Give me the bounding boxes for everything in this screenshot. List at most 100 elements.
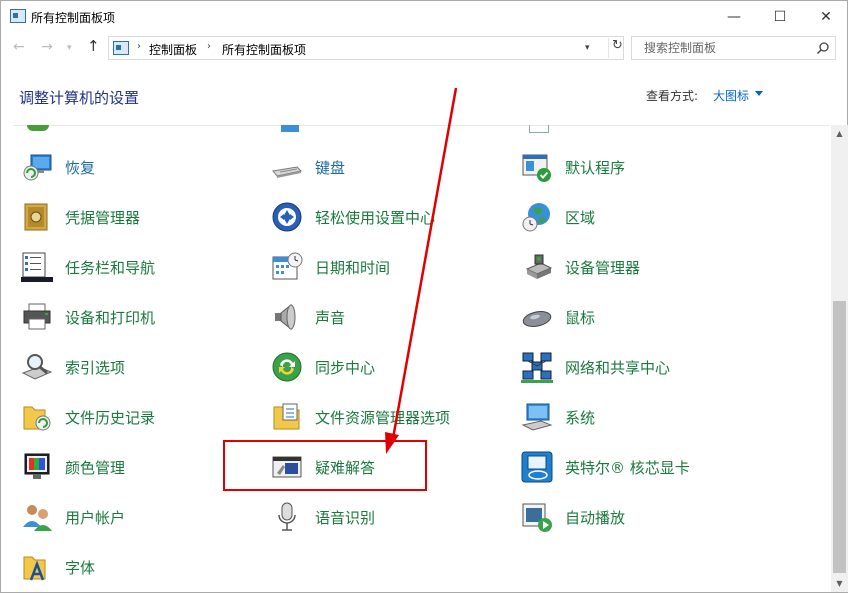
item-speech-recognition[interactable]: 语音识别 (271, 497, 375, 537)
item-label: 网络和共享中心 (565, 358, 671, 377)
region-icon (522, 203, 550, 232)
refresh-button[interactable]: ↻ (608, 38, 624, 58)
item-label: 文件资源管理器选项 (315, 408, 451, 427)
keyboard-icon (272, 166, 303, 178)
ease-of-access-icon (272, 202, 302, 232)
item-default-programs[interactable]: 默认程序 (521, 147, 625, 187)
breadcrumb-separator-icon[interactable]: › (137, 41, 141, 52)
search-input[interactable] (632, 37, 812, 59)
system-icon (521, 403, 553, 431)
fonts-icon (23, 556, 46, 581)
item-sound[interactable]: 声音 (271, 297, 345, 337)
address-bar[interactable]: › 控制面板 › 所有控制面板项 ▾ ↻ (108, 36, 624, 60)
item-intel-graphics[interactable]: 英特尔® 核芯显卡 (521, 447, 690, 487)
item-label: 颜色管理 (65, 458, 126, 477)
file-history-icon (23, 406, 51, 431)
item-autoplay[interactable]: 自动播放 (521, 497, 625, 537)
item-label: 恢复 (65, 158, 96, 177)
item-color-management[interactable]: 颜色管理 (21, 447, 125, 487)
partial-icon (281, 125, 299, 132)
item-fonts[interactable]: 字体 (21, 547, 95, 587)
item-user-accounts[interactable]: 用户帐户 (21, 497, 125, 537)
partial-icon (27, 125, 49, 131)
item-date-time[interactable]: 日期和时间 (271, 247, 390, 287)
close-button[interactable]: ✕ (803, 1, 848, 32)
item-network-sharing[interactable]: 网络和共享中心 (521, 347, 670, 387)
scroll-up-button[interactable]: ▲ (831, 125, 848, 142)
window-title: 所有控制面板项 (31, 11, 116, 25)
item-label: 系统 (565, 408, 596, 427)
up-button[interactable]: ↑ (87, 37, 100, 55)
item-label: 任务栏和导航 (65, 258, 156, 277)
taskbar-icon (21, 252, 53, 282)
item-credential-manager[interactable]: 凭据管理器 (21, 197, 140, 237)
content-area: 调整计算机的设置 查看方式: 大图标 恢复 键盘 默认程序 凭据管理器 轻松使用… (0, 65, 848, 593)
item-label: 文件历史记录 (65, 408, 156, 427)
control-panel-icon (113, 41, 129, 55)
breadcrumb-control-panel[interactable]: 控制面板 (149, 41, 197, 58)
item-ease-of-access[interactable]: 轻松使用设置中心 (271, 197, 435, 237)
item-label: 疑难解答 (315, 458, 376, 477)
control-panel-items: 恢复 键盘 默认程序 凭据管理器 轻松使用设置中心 区域 任务栏和导航 日期和时… (1, 125, 831, 592)
item-device-manager[interactable]: 设备管理器 (521, 247, 640, 287)
item-label: 索引选项 (65, 358, 126, 377)
item-devices-printers[interactable]: 设备和打印机 (21, 297, 155, 337)
maximize-button[interactable]: ☐ (757, 1, 803, 32)
date-time-icon (272, 252, 303, 280)
vertical-scrollbar[interactable]: ▲ ▼ (831, 125, 848, 592)
view-by-caret-icon[interactable] (755, 91, 763, 96)
sound-icon (275, 303, 296, 331)
recovery-icon (23, 154, 52, 181)
search-box[interactable] (631, 36, 836, 60)
partial-icon (529, 125, 549, 133)
view-by-dropdown[interactable]: 大图标 (713, 87, 749, 104)
item-label: 键盘 (315, 158, 346, 177)
scroll-down-button[interactable]: ▼ (831, 575, 848, 592)
breadcrumb-all-items[interactable]: 所有控制面板项 (222, 41, 306, 58)
item-label: 声音 (315, 308, 346, 327)
view-by-label: 查看方式: (646, 89, 699, 103)
folder-options-icon (273, 403, 300, 430)
back-button[interactable]: ← (13, 39, 25, 55)
item-label: 凭据管理器 (65, 208, 141, 227)
user-accounts-icon (23, 505, 52, 531)
control-panel-icon (10, 9, 26, 23)
speech-icon (278, 502, 296, 531)
item-file-history[interactable]: 文件历史记录 (21, 397, 155, 437)
color-management-icon (24, 453, 50, 479)
item-system[interactable]: 系统 (521, 397, 595, 437)
default-programs-icon (522, 154, 551, 182)
item-recovery[interactable]: 恢复 (21, 147, 95, 187)
item-label: 用户帐户 (65, 508, 126, 527)
item-indexing-options[interactable]: 索引选项 (21, 347, 125, 387)
item-label: 语音识别 (315, 508, 376, 527)
item-label: 英特尔® 核芯显卡 (565, 458, 690, 477)
search-icon[interactable] (816, 41, 830, 55)
item-folder-options[interactable]: 文件资源管理器选项 (271, 397, 450, 437)
item-label: 轻松使用设置中心 (315, 208, 436, 227)
credential-manager-icon (24, 203, 48, 231)
item-sync-center[interactable]: 同步中心 (271, 347, 375, 387)
breadcrumb-separator-icon[interactable]: › (207, 41, 211, 52)
item-label: 区域 (565, 208, 596, 227)
item-label: 日期和时间 (315, 258, 391, 277)
item-taskbar-navigation[interactable]: 任务栏和导航 (21, 247, 155, 287)
recent-locations-button[interactable]: ▾ (67, 43, 72, 53)
item-label: 默认程序 (565, 158, 626, 177)
item-mouse[interactable]: 鼠标 (521, 297, 595, 337)
item-region[interactable]: 区域 (521, 197, 595, 237)
title-bar: 所有控制面板项 — ☐ ✕ (0, 0, 848, 31)
item-label: 鼠标 (565, 308, 596, 327)
minimize-button[interactable]: — (711, 1, 757, 32)
intel-graphics-icon (521, 451, 553, 483)
item-troubleshooting[interactable]: 疑难解答 (271, 447, 375, 487)
item-label: 同步中心 (315, 358, 376, 377)
scroll-thumb[interactable] (833, 301, 846, 573)
forward-button[interactable]: → (41, 39, 53, 55)
network-icon (521, 352, 553, 383)
item-label: 自动播放 (565, 508, 626, 527)
address-dropdown-icon[interactable]: ▾ (585, 43, 590, 53)
navigation-bar: ← → ▾ ↑ › 控制面板 › 所有控制面板项 ▾ ↻ (0, 31, 848, 65)
autoplay-icon (522, 503, 552, 532)
item-keyboard[interactable]: 键盘 (271, 147, 345, 187)
